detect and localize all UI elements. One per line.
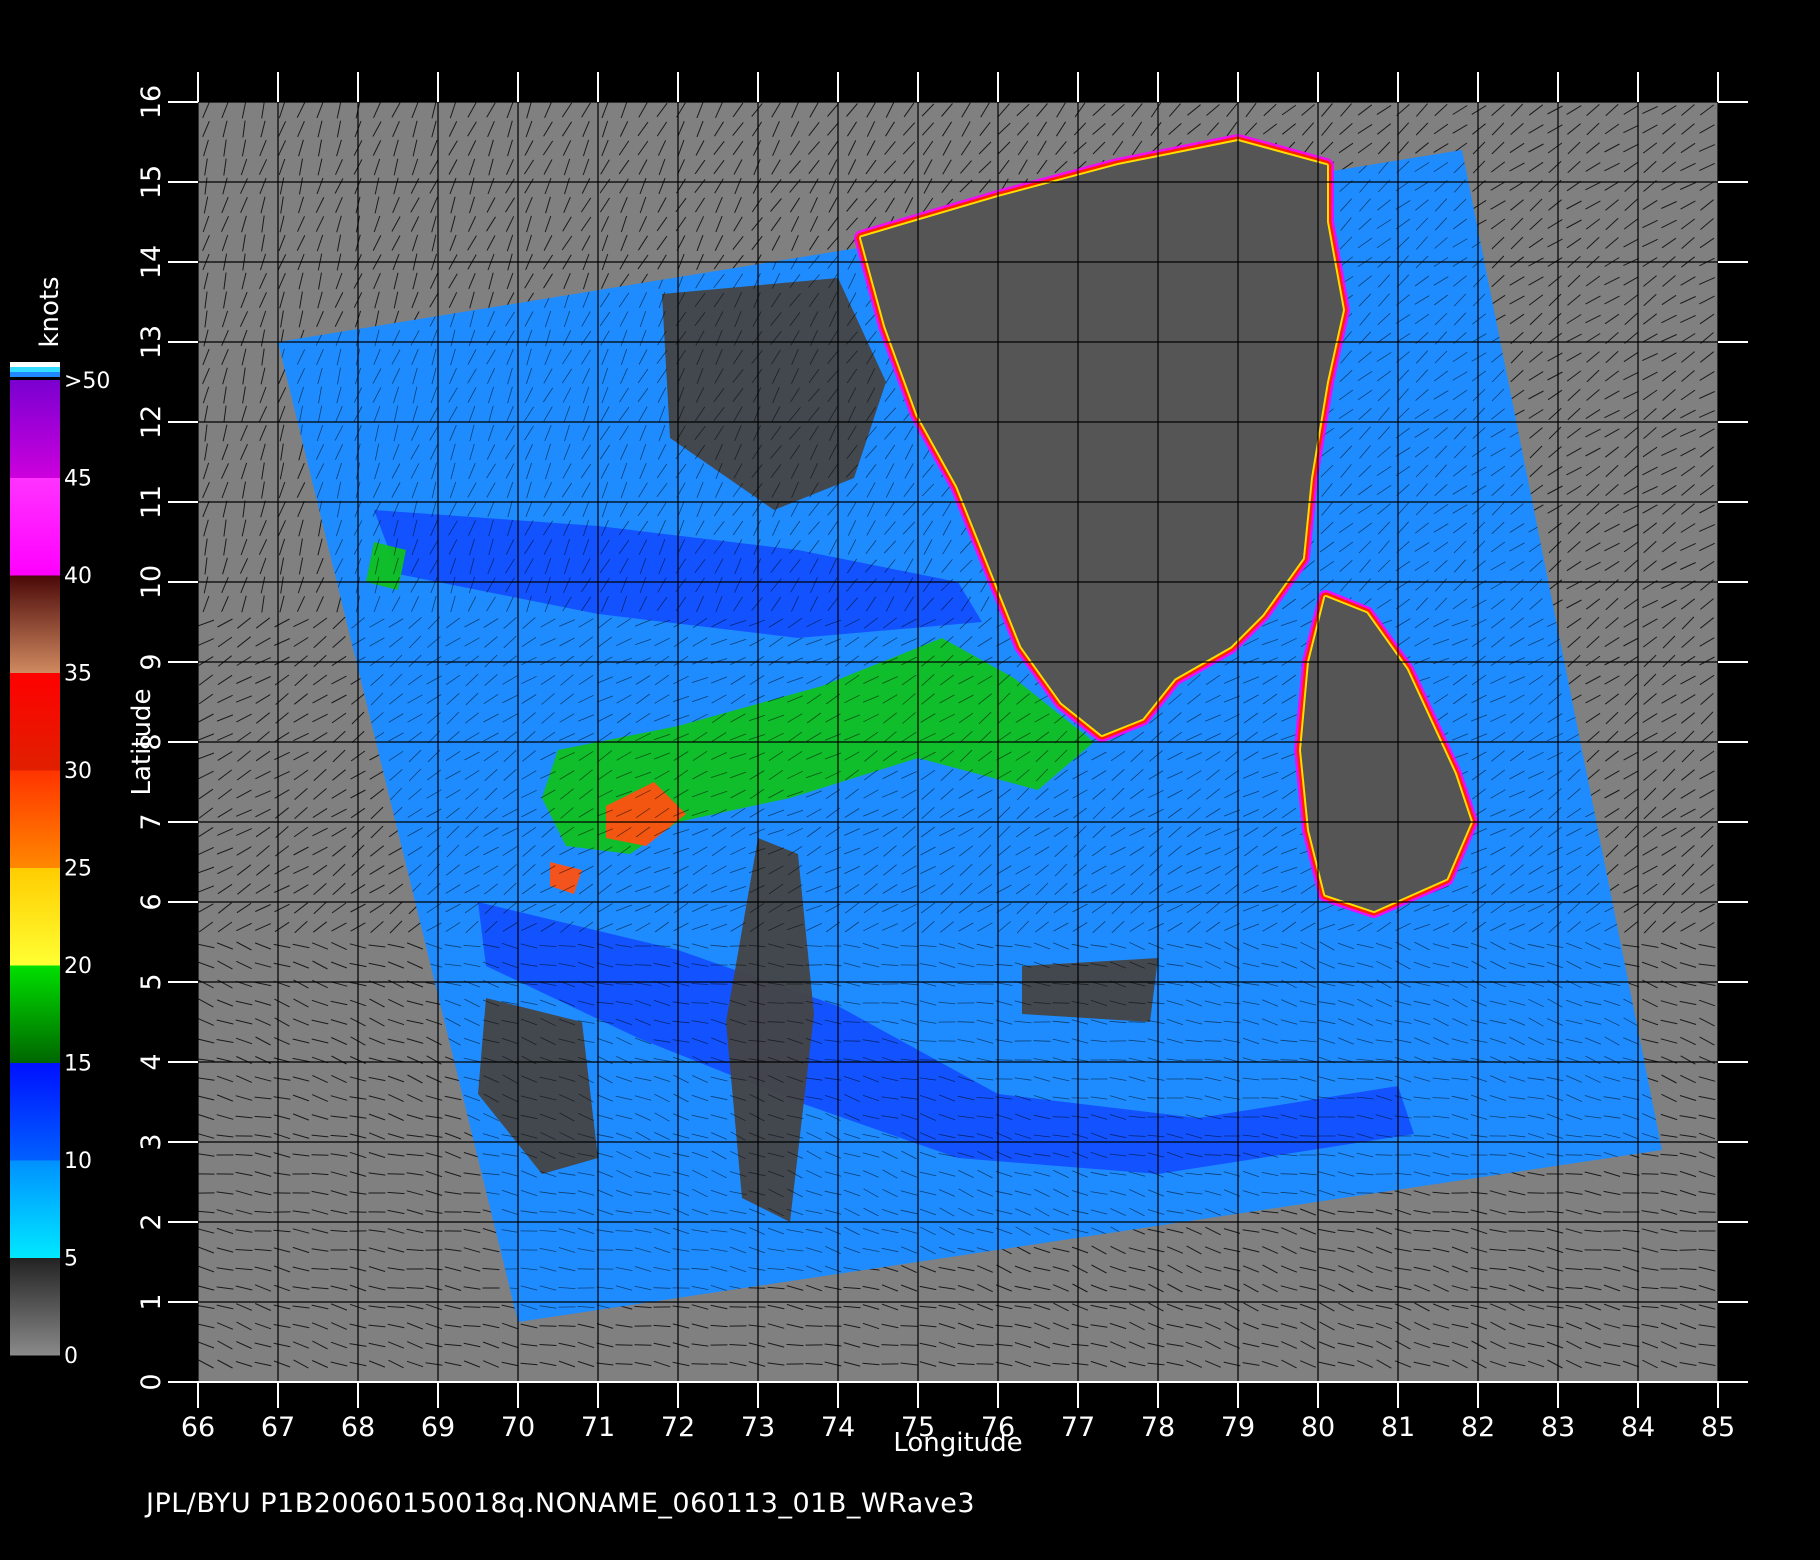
wind-vector [1603, 1211, 1621, 1213]
wind-vector [1527, 1192, 1545, 1194]
wind-vector [615, 1344, 633, 1346]
wind-vector [729, 1306, 747, 1308]
wind-vector [748, 1287, 766, 1289]
wind-map-figure: 66 67 68 69 70 71 72 73 74 75 76 77 78 79 80 81 82 83 84 85… [10, 72, 1748, 1519]
wind-vector [976, 1363, 994, 1365]
wind-vector [634, 1344, 652, 1346]
wind-region-central-calm-patch [1022, 958, 1158, 1022]
wind-vector [463, 1192, 481, 1194]
wind-vector [710, 1363, 728, 1365]
wind-vector [691, 1363, 709, 1365]
map-plot-area [197, 101, 1719, 1383]
wind-vector [539, 1325, 557, 1327]
